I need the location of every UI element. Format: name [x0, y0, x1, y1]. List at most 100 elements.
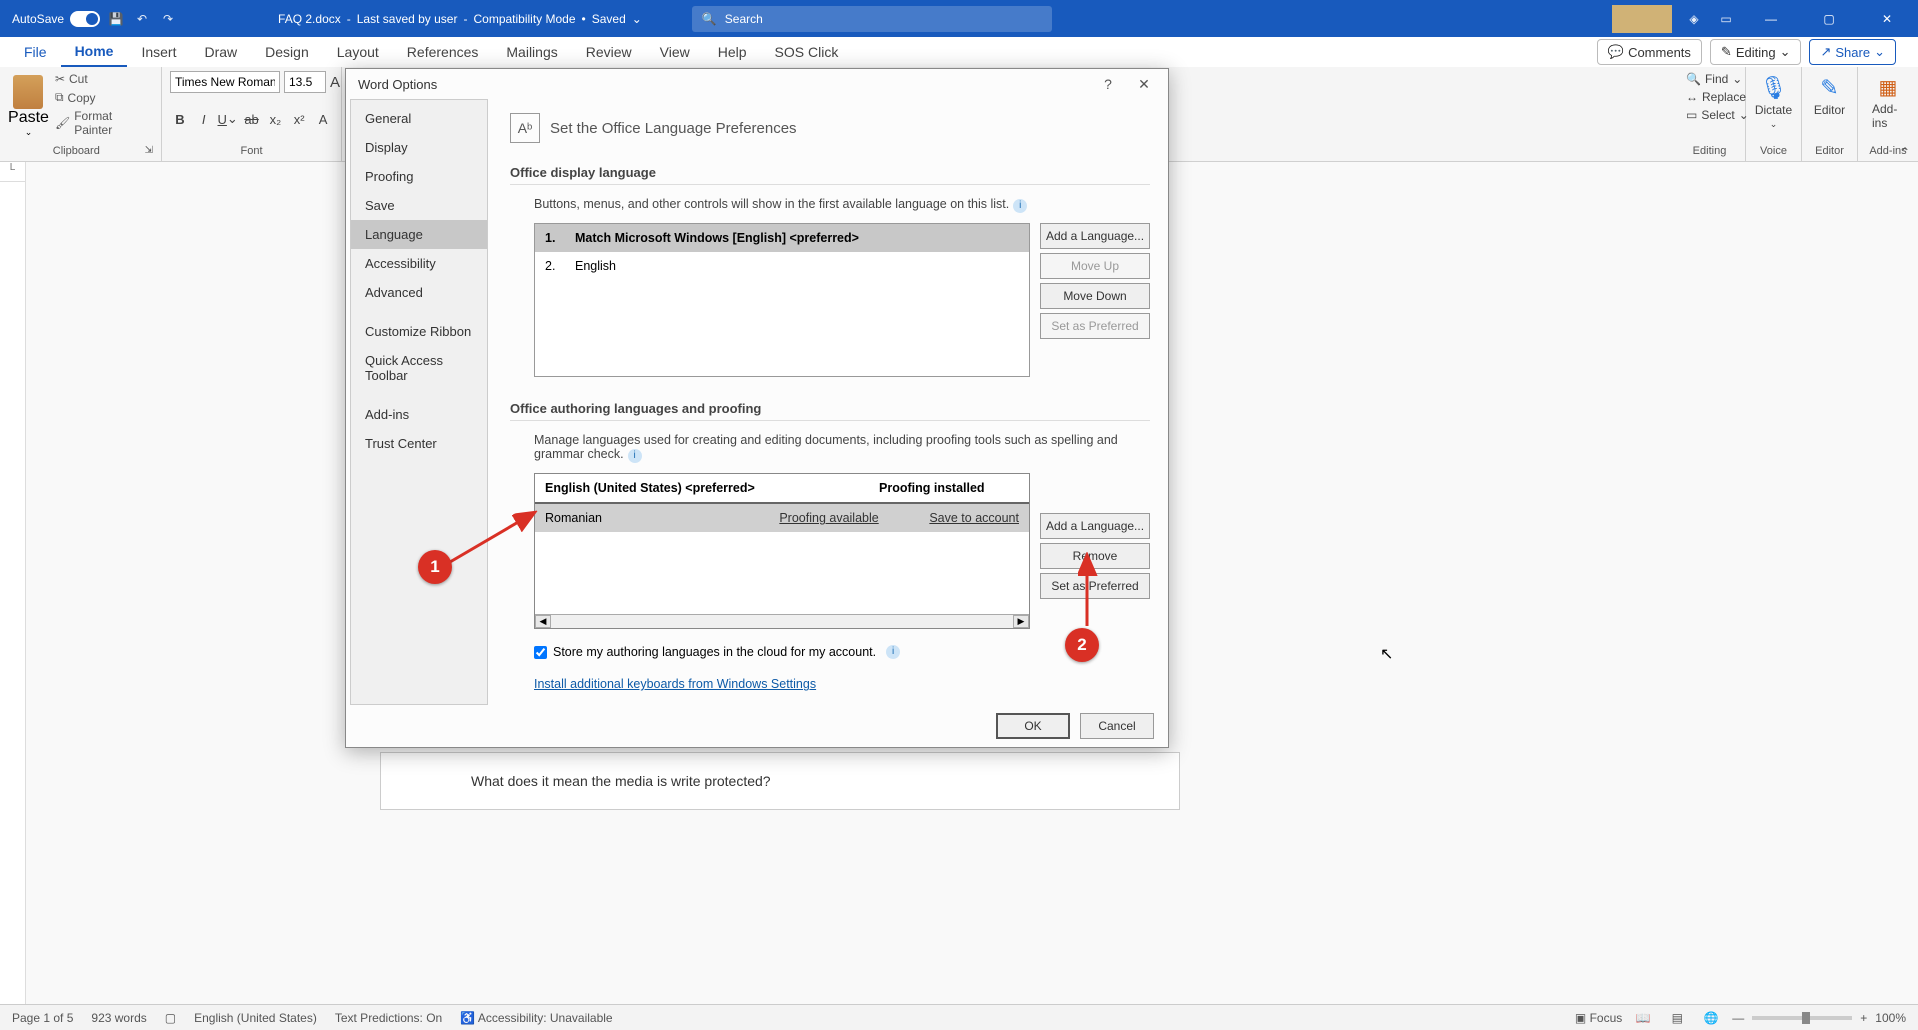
status-words[interactable]: 923 words — [91, 1011, 146, 1025]
add-language-button[interactable]: Add a Language... — [1040, 223, 1150, 249]
save-icon[interactable]: 💾 — [106, 9, 126, 29]
nav-general[interactable]: General — [351, 104, 487, 133]
vertical-ruler — [0, 182, 26, 1004]
editing-mode-button[interactable]: ✎ Editing ⌄ — [1710, 39, 1802, 65]
set-preferred-button[interactable]: Set as Preferred — [1040, 313, 1150, 339]
search-input[interactable]: 🔍 Search — [692, 6, 1052, 32]
zoom-slider[interactable] — [1752, 1016, 1852, 1020]
help-button[interactable]: ? — [1096, 72, 1120, 96]
auth-lang-section: Office authoring languages and proofing — [510, 401, 1150, 416]
nav-trust-center[interactable]: Trust Center — [351, 429, 487, 458]
list-item[interactable]: 2.English — [535, 252, 1029, 280]
autosave-toggle[interactable]: AutoSave — [12, 11, 100, 27]
scroll-right-icon[interactable]: ▶ — [1013, 615, 1029, 628]
tab-insert[interactable]: Insert — [127, 38, 190, 66]
close-dialog-button[interactable]: ✕ — [1132, 72, 1156, 96]
nav-proofing[interactable]: Proofing — [351, 162, 487, 191]
info-icon[interactable]: i — [886, 645, 900, 659]
underline-button[interactable]: U ⌄ — [218, 109, 238, 129]
close-button[interactable]: ✕ — [1864, 0, 1910, 37]
install-keyboards-link[interactable]: Install additional keyboards from Window… — [534, 677, 816, 691]
focus-mode-button[interactable]: ▣ Focus — [1575, 1011, 1622, 1025]
voice-group-label: Voice — [1754, 145, 1793, 157]
nav-accessibility[interactable]: Accessibility — [351, 249, 487, 278]
diamond-icon[interactable]: ◈ — [1684, 9, 1704, 29]
nav-language[interactable]: Language — [351, 220, 487, 249]
user-avatar[interactable] — [1612, 5, 1672, 33]
increase-font-icon[interactable]: A — [330, 72, 340, 92]
italic-button[interactable]: I — [194, 109, 214, 129]
tab-layout[interactable]: Layout — [323, 38, 393, 66]
move-down-button[interactable]: Move Down — [1040, 283, 1150, 309]
print-layout-icon[interactable]: ▤ — [1664, 1008, 1690, 1028]
tab-view[interactable]: View — [646, 38, 704, 66]
share-button[interactable]: ↗ Share ⌄ — [1809, 39, 1896, 65]
scroll-left-icon[interactable]: ◀ — [535, 615, 551, 628]
comments-button[interactable]: 💬 Comments — [1597, 39, 1702, 65]
tab-references[interactable]: References — [393, 38, 493, 66]
list-item-romanian[interactable]: Romanian Proofing available Save to acco… — [535, 504, 1029, 532]
horizontal-scrollbar[interactable]: ◀ ▶ — [535, 614, 1029, 628]
tab-review[interactable]: Review — [572, 38, 646, 66]
select-button[interactable]: ▭ Select ⌄ — [1682, 107, 1737, 123]
window-mode-icon[interactable]: ▭ — [1716, 9, 1736, 29]
paste-button[interactable]: Paste⌄ — [8, 71, 49, 138]
cut-button[interactable]: ✂ Cut — [53, 71, 153, 87]
add-authoring-language-button[interactable]: Add a Language... — [1040, 513, 1150, 539]
display-language-list[interactable]: 1.Match Microsoft Windows [English] <pre… — [534, 223, 1030, 377]
undo-icon[interactable]: ↶ — [132, 9, 152, 29]
format-painter-button[interactable]: 🖌 Format Painter — [53, 108, 153, 138]
addins-button[interactable]: ▦ Add-ins — [1866, 71, 1910, 134]
addins-icon: ▦ — [1879, 75, 1898, 100]
superscript-button[interactable]: x² — [289, 109, 309, 129]
document-page[interactable]: What does it mean the media is write pro… — [380, 752, 1180, 810]
dictate-button[interactable]: 🎙 Dictate⌄ — [1754, 71, 1793, 134]
tab-file[interactable]: File — [10, 38, 61, 66]
ok-button[interactable]: OK — [996, 713, 1070, 739]
tab-help[interactable]: Help — [704, 38, 761, 66]
bold-button[interactable]: B — [170, 109, 190, 129]
list-header[interactable]: English (United States) <preferred> Proo… — [535, 474, 1029, 504]
info-icon[interactable]: i — [1013, 199, 1027, 213]
status-predictions[interactable]: Text Predictions: On — [335, 1011, 442, 1025]
status-spelling-icon[interactable]: ▢ — [165, 1011, 176, 1025]
nav-quick-access[interactable]: Quick Access Toolbar — [351, 346, 487, 390]
nav-save[interactable]: Save — [351, 191, 487, 220]
zoom-level[interactable]: 100% — [1875, 1011, 1906, 1025]
status-page[interactable]: Page 1 of 5 — [12, 1011, 73, 1025]
tab-design[interactable]: Design — [251, 38, 323, 66]
nav-addins[interactable]: Add-ins — [351, 400, 487, 429]
font-size-select[interactable] — [284, 71, 326, 93]
text-effects-icon[interactable]: A — [313, 109, 333, 129]
tab-mailings[interactable]: Mailings — [492, 38, 571, 66]
store-cloud-checkbox[interactable] — [534, 646, 547, 659]
list-item[interactable]: 1.Match Microsoft Windows [English] <pre… — [535, 224, 1029, 252]
move-up-button[interactable]: Move Up — [1040, 253, 1150, 279]
minimize-button[interactable]: — — [1748, 0, 1794, 37]
status-language[interactable]: English (United States) — [194, 1011, 317, 1025]
tab-draw[interactable]: Draw — [190, 38, 251, 66]
info-icon[interactable]: i — [628, 449, 642, 463]
tab-home[interactable]: Home — [61, 37, 128, 67]
copy-button[interactable]: ⧉ Copy — [53, 89, 153, 106]
nav-advanced[interactable]: Advanced — [351, 278, 487, 307]
font-name-select[interactable] — [170, 71, 280, 93]
status-accessibility[interactable]: ♿ Accessibility: Unavailable — [460, 1011, 612, 1025]
replace-button[interactable]: ↔ Replace — [1682, 89, 1737, 105]
nav-display[interactable]: Display — [351, 133, 487, 162]
zoom-in-button[interactable]: + — [1860, 1011, 1867, 1025]
collapse-ribbon-icon[interactable]: ⌃ — [1900, 145, 1910, 159]
zoom-out-button[interactable]: — — [1732, 1011, 1744, 1025]
find-button[interactable]: 🔍 Find ⌄ — [1682, 71, 1737, 87]
tab-sos-click[interactable]: SOS Click — [761, 38, 853, 66]
editor-button[interactable]: ✎ Editor — [1810, 71, 1849, 121]
strikethrough-button[interactable]: ab — [242, 109, 262, 129]
web-layout-icon[interactable]: 🌐 — [1698, 1008, 1724, 1028]
subscript-button[interactable]: x₂ — [265, 109, 285, 129]
maximize-button[interactable]: ▢ — [1806, 0, 1852, 37]
cancel-button[interactable]: Cancel — [1080, 713, 1154, 739]
authoring-language-list[interactable]: English (United States) <preferred> Proo… — [534, 473, 1030, 629]
read-mode-icon[interactable]: 📖 — [1630, 1008, 1656, 1028]
nav-customize-ribbon[interactable]: Customize Ribbon — [351, 317, 487, 346]
redo-icon[interactable]: ↷ — [158, 9, 178, 29]
